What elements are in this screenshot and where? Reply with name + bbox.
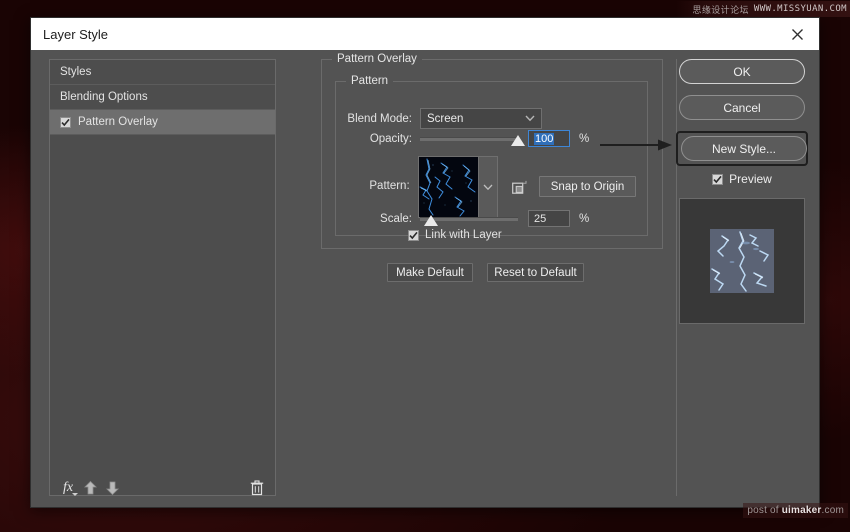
new-style-label: New Style... [712,142,776,156]
sidebar-item-label: Styles [60,66,91,78]
preview-row[interactable]: Preview [679,172,805,186]
pattern-overlay-checkbox[interactable] [60,117,71,128]
opacity-value: 100 [534,133,554,145]
cancel-label: Cancel [723,101,760,115]
default-buttons: Make Default Reset to Default [387,263,584,282]
opacity-slider[interactable] [420,132,518,146]
chevron-down-icon [525,114,535,124]
dialog-body: Styles Blending Options Pattern Overlay [31,50,819,507]
dialog-titlebar[interactable]: Layer Style [31,18,819,50]
styles-list-empty-area [50,135,275,495]
chevron-down-icon [72,493,78,496]
watermark-bottom-suffix: .com [822,505,844,516]
styles-list: Styles Blending Options Pattern Overlay [49,59,276,496]
link-with-layer-row[interactable]: Link with Layer [408,229,502,241]
make-default-label: Make Default [396,267,464,279]
opacity-unit: % [579,133,589,145]
watermark-bottom: post of uimaker.com [743,503,848,518]
link-with-layer-checkbox[interactable] [408,230,419,241]
dialog-actions: OK Cancel New Style... Prev [679,59,805,324]
snap-to-origin-button[interactable]: Snap to Origin [539,176,636,197]
pattern-overlay-group: Pattern Overlay Pattern Blend Mode: Scre… [321,59,663,249]
blend-mode-label: Blend Mode: [336,113,412,125]
opacity-slider-track [420,137,518,141]
cancel-button[interactable]: Cancel [679,95,805,120]
opacity-input[interactable]: 100 [528,130,570,147]
scale-slider[interactable] [420,212,518,226]
preview-box [679,198,805,324]
pattern-row: Pattern: [336,156,636,218]
opacity-row: Opacity: 100 % [336,130,626,147]
sidebar-item-label: Pattern Overlay [78,116,158,128]
annotation-arrow-to-new-style [600,138,672,150]
opacity-label: Opacity: [336,133,412,145]
new-style-highlight: New Style... [676,131,808,166]
blend-mode-row: Blend Mode: Screen [336,108,596,129]
ok-button[interactable]: OK [679,59,805,84]
trash-icon[interactable] [246,477,268,499]
sidebar-item-blending-options[interactable]: Blending Options [50,85,275,110]
close-icon[interactable] [775,18,819,50]
blend-mode-select[interactable]: Screen [420,108,542,129]
reset-to-default-button[interactable]: Reset to Default [487,263,584,282]
make-default-button[interactable]: Make Default [387,263,473,282]
watermark-top-cn: 思缘设计论坛 [692,3,748,16]
scale-row: Scale: 25 % [336,210,626,227]
snap-to-origin-label: Snap to Origin [551,181,625,193]
panel-divider [676,59,677,496]
opacity-slider-thumb[interactable] [511,135,525,146]
layer-style-dialog: Layer Style Styles Blending Options [30,17,820,508]
pattern-swatch-picker[interactable] [418,156,498,218]
up-arrow-icon[interactable] [79,477,101,499]
preview-thumbnail [710,229,774,293]
watermark-top-en: WWW.MISSYUAN.COM [754,4,847,14]
scale-slider-thumb[interactable] [424,215,438,226]
sidebar-item-styles[interactable]: Styles [50,60,275,85]
chevron-down-icon[interactable] [478,157,497,217]
sidebar-item-label: Blending Options [60,91,148,103]
preview-checkbox[interactable] [712,174,723,185]
link-with-layer-label: Link with Layer [425,229,502,241]
styles-toolbar: fx [49,475,276,501]
scale-input[interactable]: 25 [528,210,570,227]
blend-mode-value: Screen [427,113,463,125]
watermark-bottom-brand: uimaker [782,505,822,516]
pattern-overlay-group-label: Pattern Overlay [332,53,422,65]
scale-label: Scale: [336,213,412,225]
reset-to-default-label: Reset to Default [494,267,576,279]
down-arrow-icon[interactable] [101,477,123,499]
pattern-label: Pattern: [336,180,410,192]
watermark-bottom-prefix: post of [747,505,781,516]
ok-label: OK [733,65,750,79]
scale-unit: % [579,213,589,225]
preview-label: Preview [729,172,772,186]
pattern-subgroup: Pattern Blend Mode: Screen [335,81,648,236]
watermark-top: 思缘设计论坛 WWW.MISSYUAN.COM [676,1,850,17]
desktop-backdrop: 思缘设计论坛 WWW.MISSYUAN.COM post of uimaker.… [0,0,850,532]
scale-value: 25 [534,213,546,225]
fx-icon[interactable]: fx [57,477,79,499]
sidebar-item-pattern-overlay[interactable]: Pattern Overlay [50,110,275,135]
dialog-title: Layer Style [43,27,108,42]
new-style-button[interactable]: New Style... [681,136,807,161]
pattern-subgroup-label: Pattern [346,75,393,87]
pattern-overlay-panel: Pattern Overlay Pattern Blend Mode: Scre… [291,59,663,496]
new-pattern-icon[interactable] [510,177,529,197]
lightning-crack-pattern-swatch [419,157,478,217]
